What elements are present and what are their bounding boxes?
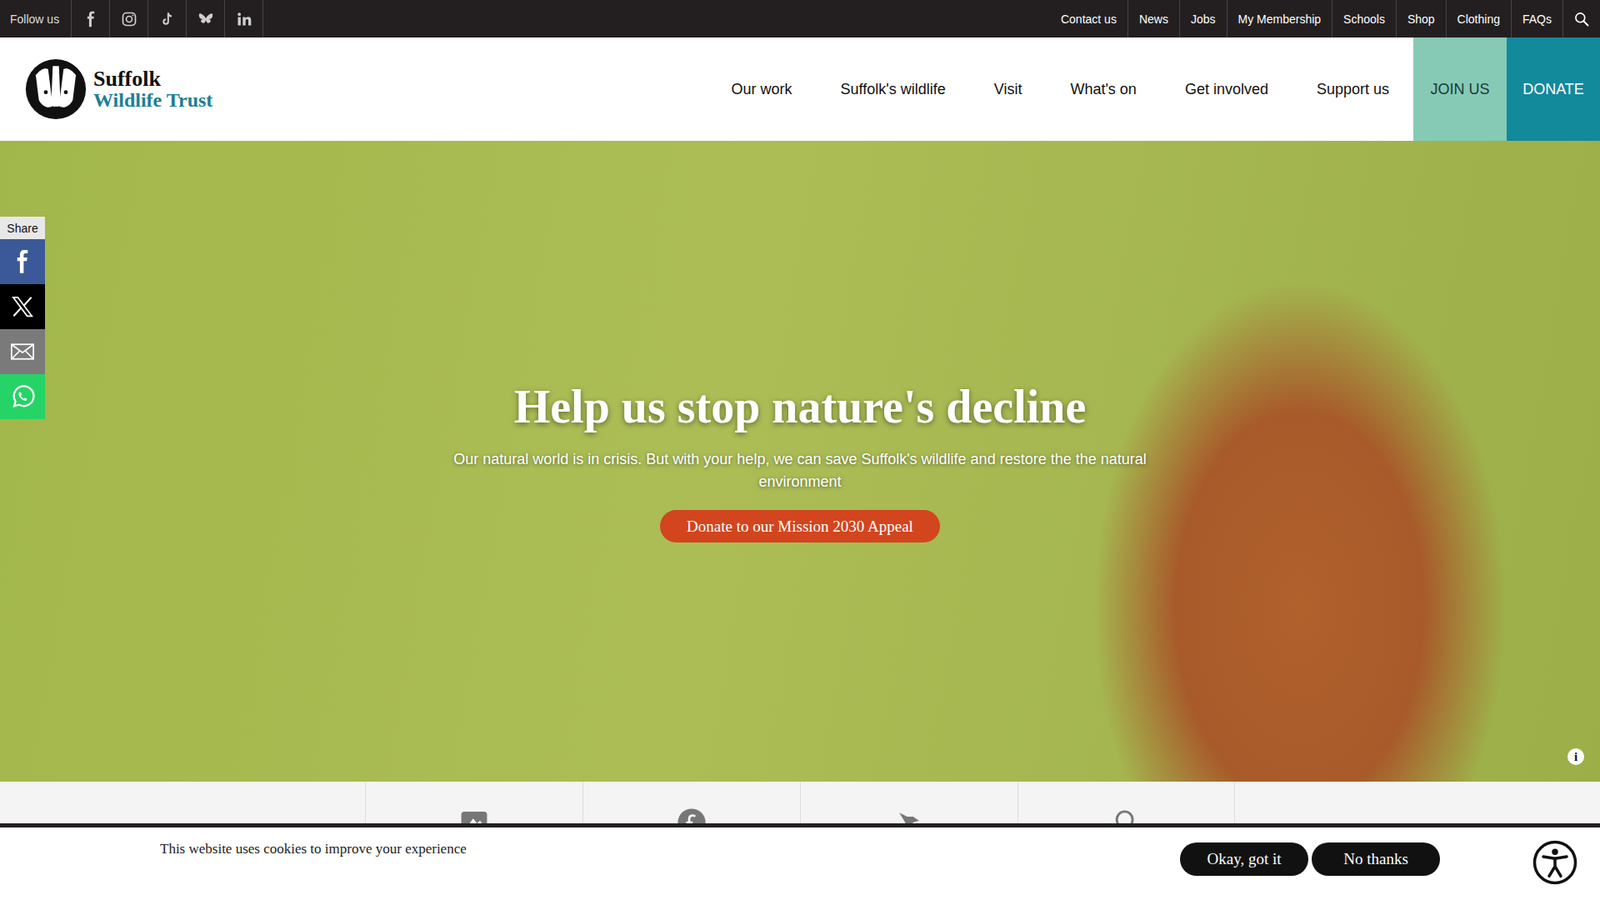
cookie-actions: Okay, got itNo thanks xyxy=(1180,842,1440,876)
email-icon xyxy=(10,339,35,365)
follow-label: Follow us xyxy=(0,0,71,38)
cookie-button[interactable]: No thanks xyxy=(1311,842,1440,876)
utility-link[interactable]: Clothing xyxy=(1446,0,1512,38)
cookie-content: This website uses cookies to improve you… xyxy=(160,827,1440,900)
utility-link[interactable]: Schools xyxy=(1332,0,1397,38)
utility-link[interactable]: News xyxy=(1128,0,1180,38)
nav-item[interactable]: Our work xyxy=(707,37,817,141)
facebook-link[interactable] xyxy=(70,0,110,38)
social-follow: Follow us xyxy=(0,0,264,38)
share-button[interactable] xyxy=(0,284,45,330)
whatsapp-icon xyxy=(10,384,35,410)
bluesky-icon xyxy=(197,10,215,28)
search-button[interactable] xyxy=(1563,0,1600,38)
hero-content: Help us stop nature's decline Our natural… xyxy=(450,380,1150,543)
accessibility-button[interactable] xyxy=(1531,839,1579,886)
cookie-banner: This website uses cookies to improve you… xyxy=(0,823,1600,900)
top-bar: Follow us Contact usNewsJobsMy Membership… xyxy=(0,0,1600,38)
utility-link[interactable]: Shop xyxy=(1396,0,1447,38)
logo-text: SuffolkWildlife Trust xyxy=(93,67,213,111)
utility-link[interactable]: Contact us xyxy=(1050,0,1129,38)
tiktok-link[interactable] xyxy=(147,0,186,38)
nav-item[interactable]: Visit xyxy=(970,37,1047,141)
nav-cta-button[interactable]: DONATE xyxy=(1506,37,1600,141)
nav-item[interactable]: Support us xyxy=(1292,37,1414,141)
share-label: Share xyxy=(0,216,45,240)
nav-item[interactable]: Get involved xyxy=(1160,37,1293,141)
hero-title: Help us stop nature's decline xyxy=(514,380,1087,434)
utility-link[interactable]: FAQs xyxy=(1511,0,1564,38)
bluesky-link[interactable] xyxy=(185,0,225,38)
utility-nav: Contact usNewsJobsMy MembershipSchoolsSh… xyxy=(1050,0,1600,38)
hero-subtitle: Our natural world is in crisis. But with… xyxy=(450,448,1150,494)
x-icon xyxy=(10,294,35,320)
donate-appeal-button[interactable]: Donate to our Mission 2030 Appeal xyxy=(660,510,940,543)
share-button[interactable] xyxy=(0,329,45,375)
logo-line-1: Suffolk xyxy=(93,67,213,90)
facebook-icon xyxy=(82,10,100,28)
linkedin-icon xyxy=(235,10,253,28)
cookie-message: This website uses cookies to improve you… xyxy=(160,840,467,858)
share-button[interactable] xyxy=(0,239,45,285)
hero-banner: Help us stop nature's decline Our natural… xyxy=(0,140,1600,782)
instagram-icon xyxy=(120,10,138,28)
instagram-link[interactable] xyxy=(109,0,148,38)
page: Follow us Contact usNewsJobsMy Membership… xyxy=(0,0,1600,900)
cookie-button[interactable]: Okay, got it xyxy=(1180,842,1309,876)
main-header: SuffolkWildlife Trust Our workSuffolk's w… xyxy=(0,37,1600,141)
share-sidebar: Share xyxy=(0,216,45,420)
nav-item[interactable]: Suffolk's wildlife xyxy=(816,37,970,141)
nav-cta-button[interactable]: JOIN US xyxy=(1413,37,1507,141)
facebook-icon xyxy=(10,249,35,275)
search-icon xyxy=(1573,10,1590,28)
logo-line-2: Wildlife Trust xyxy=(93,90,213,111)
share-button[interactable] xyxy=(0,374,45,420)
tiktok-icon xyxy=(159,10,176,28)
accessibility-icon xyxy=(1531,839,1579,886)
utility-link[interactable]: My Membership xyxy=(1227,0,1334,38)
badger-logo-icon xyxy=(25,58,87,120)
image-info-button[interactable]: i xyxy=(1567,748,1585,765)
logo[interactable]: SuffolkWildlife Trust xyxy=(0,37,213,141)
main-nav: Our workSuffolk's wildlifeVisitWhat's on… xyxy=(707,37,1600,141)
nav-item[interactable]: What's on xyxy=(1045,37,1160,141)
linkedin-link[interactable] xyxy=(224,0,264,38)
utility-link[interactable]: Jobs xyxy=(1180,0,1228,38)
